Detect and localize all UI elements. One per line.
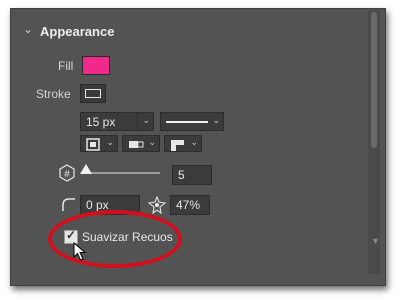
collapse-chevron-icon[interactable]: ⌄ [23,22,33,36]
chevron-down-icon: ⌄ [142,115,150,125]
chevron-down-icon: ⌄ [148,137,156,147]
stroke-color-swatch[interactable] [80,84,106,103]
fill-color-swatch[interactable] [82,56,110,75]
mouse-cursor-icon [73,242,87,261]
scroll-down-arrow-icon[interactable]: ▼ [371,236,380,246]
svg-text:#: # [64,169,70,180]
stroke-align-icon [86,138,100,151]
stroke-align-dropdown[interactable]: ⌄ [80,135,118,152]
corner-radius-icon [62,198,75,211]
highlight-ellipse [48,210,182,268]
dropdown-divider [137,113,138,130]
corners-input[interactable]: 5 [172,165,212,185]
scrollbar-thumb[interactable] [371,12,377,148]
stroke-width-dropdown[interactable]: 15 px ⌄ [80,112,154,131]
chevron-down-icon: ⌄ [106,137,114,147]
stroke-cap-dropdown[interactable]: ⌄ [122,135,160,152]
chevron-down-icon: ⌄ [212,115,220,125]
stroke-width-value: 15 px [86,115,116,129]
opacity-input[interactable]: 47% [170,195,210,215]
corners-hexagon-icon: # [59,164,75,182]
opacity-icon [148,196,166,214]
stroke-cap-icon [129,141,144,148]
solid-line-icon [166,121,208,123]
stroke-label: Stroke [36,87,71,101]
section-title[interactable]: Appearance [40,24,114,39]
chevron-down-icon: ⌄ [190,137,198,147]
fill-label: Fill [58,59,74,73]
stroke-style-dropdown[interactable]: ⌄ [160,112,224,131]
stroke-join-icon [171,140,184,151]
corners-slider-knob[interactable] [80,164,92,174]
corners-slider-track[interactable] [84,172,160,174]
stroke-join-dropdown[interactable]: ⌄ [164,135,202,152]
stroke-swatch-icon [85,89,101,98]
